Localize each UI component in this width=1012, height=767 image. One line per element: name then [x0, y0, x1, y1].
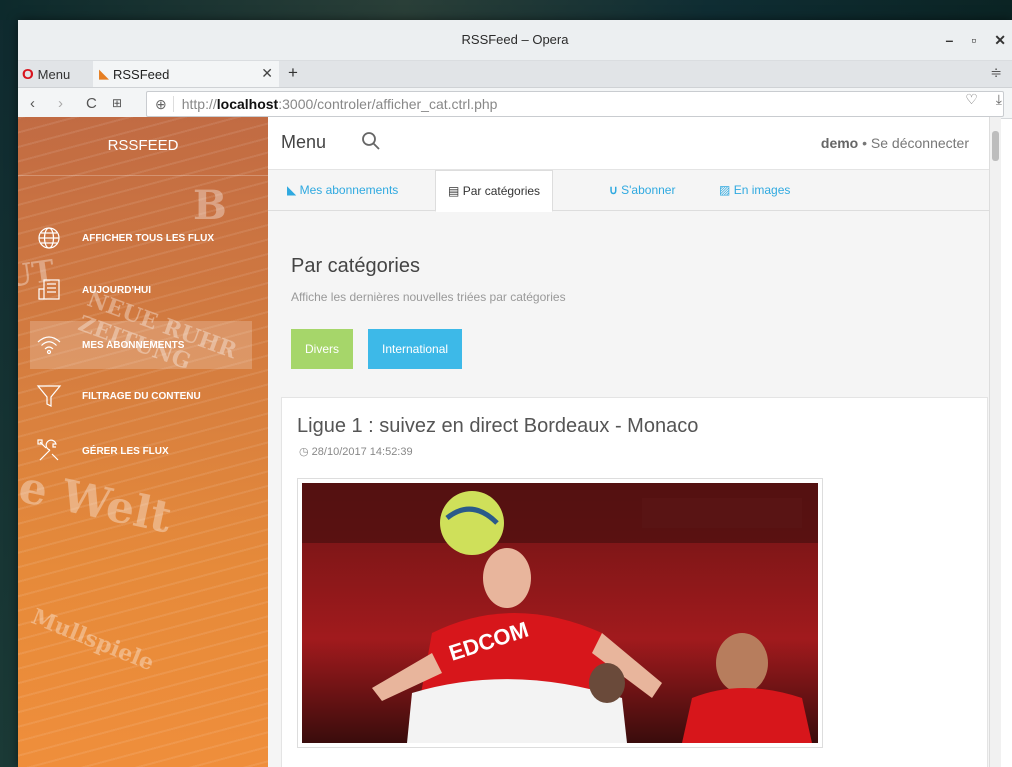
window-title: RSSFeed – Opera: [461, 32, 569, 47]
search-icon[interactable]: [361, 131, 381, 156]
page-scrollbar[interactable]: [989, 117, 1001, 767]
tab-by-category[interactable]: ▤ Par catégories: [435, 170, 554, 212]
rss-icon: ◣: [287, 183, 297, 197]
close-tab-icon[interactable]: ✕: [261, 65, 273, 82]
reload-button[interactable]: C: [86, 88, 97, 118]
category-button-divers[interactable]: Divers: [291, 329, 354, 369]
scrollbar-thumb[interactable]: [992, 131, 999, 161]
sidebar-item-subscriptions[interactable]: MES ABONNEMENTS: [30, 321, 252, 369]
url-prefix: http://: [181, 96, 217, 112]
browser-tab-title: RSSFeed: [113, 66, 170, 82]
globe-icon: [38, 227, 60, 249]
sidebar-item-label: AUJOURD'HUI: [82, 284, 152, 296]
sidebar-item-manage-feeds[interactable]: GÉRER LES FLUX: [30, 427, 252, 475]
tab-bar: O Menu ◣ RSSFeed ✕ + ≑: [18, 61, 1012, 88]
opera-menu-button[interactable]: O Menu: [22, 61, 70, 87]
sidebar-item-label: MES ABONNEMENTS: [82, 339, 185, 351]
sidebar-brand: RSSFEED: [107, 137, 179, 154]
web-page: UT NEUE RUHR ZEITUNG e Welt Mullspiele B…: [18, 117, 1012, 767]
tab-subscribe[interactable]: ∪ S'abonner: [597, 170, 687, 210]
title-bar: RSSFeed – Opera – ▫ ✕: [18, 20, 1012, 61]
clock-icon: ◷: [299, 446, 309, 458]
article-image[interactable]: EDCOM: [297, 478, 823, 748]
tab-menu-icon[interactable]: ≑: [990, 64, 1002, 81]
globe-icon: ⊕: [155, 95, 167, 112]
sidebar-item-label: AFFICHER TOUS LES FLUX: [82, 232, 215, 244]
wifi-icon: [37, 336, 61, 355]
username: demo: [820, 135, 859, 151]
tab-my-subscriptions[interactable]: ◣ Mes abonnements: [275, 170, 410, 210]
rss-favicon-icon: ◣: [99, 66, 109, 81]
article-date: ◷ 28/10/2017 14:52:39: [299, 446, 413, 458]
opera-logo-icon: O: [22, 65, 34, 83]
article-title[interactable]: Ligue 1 : suivez en direct Bordeaux - Mo…: [297, 415, 698, 438]
url-field[interactable]: ⊕ http://localhost:3000/controler/affich…: [146, 91, 1004, 117]
view-tabs: ◣ Mes abonnements ▤ Par catégories ∪ S'a…: [268, 170, 1001, 212]
url-host: localhost: [216, 96, 279, 112]
browser-tab-rssfeed[interactable]: ◣ RSSFeed ✕: [93, 61, 279, 87]
bookmark-heart-icon[interactable]: ♡: [965, 91, 978, 108]
newspaper-icon: ▤: [448, 184, 460, 198]
top-bar: Menu demo • Se déconnecter: [268, 117, 1001, 170]
desktop-background: [0, 0, 1012, 20]
menu-toggle[interactable]: Menu: [281, 132, 326, 153]
sidebar-item-today[interactable]: AUJOURD'HUI: [30, 266, 252, 314]
user-area: demo • Se déconnecter: [820, 135, 969, 151]
sidebar-item-label: GÉRER LES FLUX: [82, 445, 169, 457]
back-button[interactable]: ‹: [30, 88, 35, 118]
speed-dial-icon[interactable]: ⊞: [112, 88, 122, 118]
download-icon[interactable]: ⤓: [996, 91, 1002, 108]
category-button-international[interactable]: International: [368, 329, 463, 369]
sidebar-item-all-feeds[interactable]: AFFICHER TOUS LES FLUX: [30, 214, 252, 262]
logout-link[interactable]: Se déconnecter: [871, 135, 969, 151]
newspaper-icon: [38, 279, 60, 300]
article-card: Ligue 1 : suivez en direct Bordeaux - Mo…: [281, 397, 988, 767]
magnet-icon: ∪: [609, 183, 618, 197]
tools-icon: [37, 439, 59, 461]
browser-window: RSSFeed – Opera – ▫ ✕ O Menu ◣ RSSFeed ✕…: [18, 20, 1012, 767]
section-subtitle: Affiche les dernières nouvelles triées p…: [291, 290, 566, 304]
url-path: :3000/controler/afficher_cat.ctrl.php: [278, 96, 498, 112]
address-bar: ‹ › C ⊞ ⊕ http://localhost:3000/controle…: [18, 88, 1012, 119]
new-tab-button[interactable]: +: [288, 63, 298, 83]
maximize-button[interactable]: ▫: [971, 32, 976, 48]
close-window-button[interactable]: ✕: [994, 32, 1006, 49]
filter-icon: [36, 385, 62, 407]
section-title: Par catégories: [291, 255, 420, 277]
sidebar-item-label: FILTRAGE DU CONTENU: [82, 390, 201, 402]
minimize-button[interactable]: –: [946, 32, 954, 48]
forward-button[interactable]: ›: [58, 88, 63, 118]
sidebar: UT NEUE RUHR ZEITUNG e Welt Mullspiele B…: [18, 117, 268, 767]
tab-images[interactable]: ▨ En images: [707, 170, 802, 210]
image-icon: ▨: [719, 183, 731, 197]
main-content: Menu demo • Se déconnecter ◣ Mes abonnem…: [268, 117, 1001, 767]
opera-menu-label: Menu: [37, 66, 71, 82]
sidebar-item-filter[interactable]: FILTRAGE DU CONTENU: [30, 372, 252, 420]
